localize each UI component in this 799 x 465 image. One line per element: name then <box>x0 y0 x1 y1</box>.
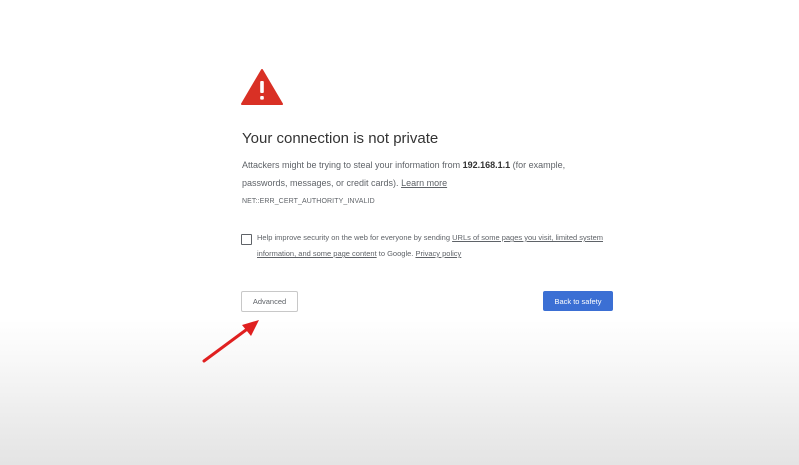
privacy-policy-link[interactable]: Privacy policy <box>415 249 461 258</box>
back-to-safety-button[interactable]: Back to safety <box>543 291 613 311</box>
reporting-text: Help improve security on the web for eve… <box>257 230 612 262</box>
red-arrow-icon <box>198 316 262 366</box>
reporting-text-middle: to Google. <box>376 249 416 258</box>
main-message-prefix: Attackers might be trying to steal your … <box>242 160 463 170</box>
main-message: Attackers might be trying to steal your … <box>242 156 602 192</box>
reporting-checkbox[interactable] <box>241 234 252 245</box>
error-code: NET::ERR_CERT_AUTHORITY_INVALID <box>242 198 375 205</box>
advanced-button[interactable]: Advanced <box>241 291 298 312</box>
host-name: 192.168.1.1 <box>462 160 511 170</box>
warning-triangle-icon <box>241 68 283 106</box>
reporting-text-prefix: Help improve security on the web for eve… <box>257 233 453 242</box>
learn-more-link[interactable]: Learn more <box>401 178 447 188</box>
page-title: Your connection is not private <box>242 130 439 147</box>
